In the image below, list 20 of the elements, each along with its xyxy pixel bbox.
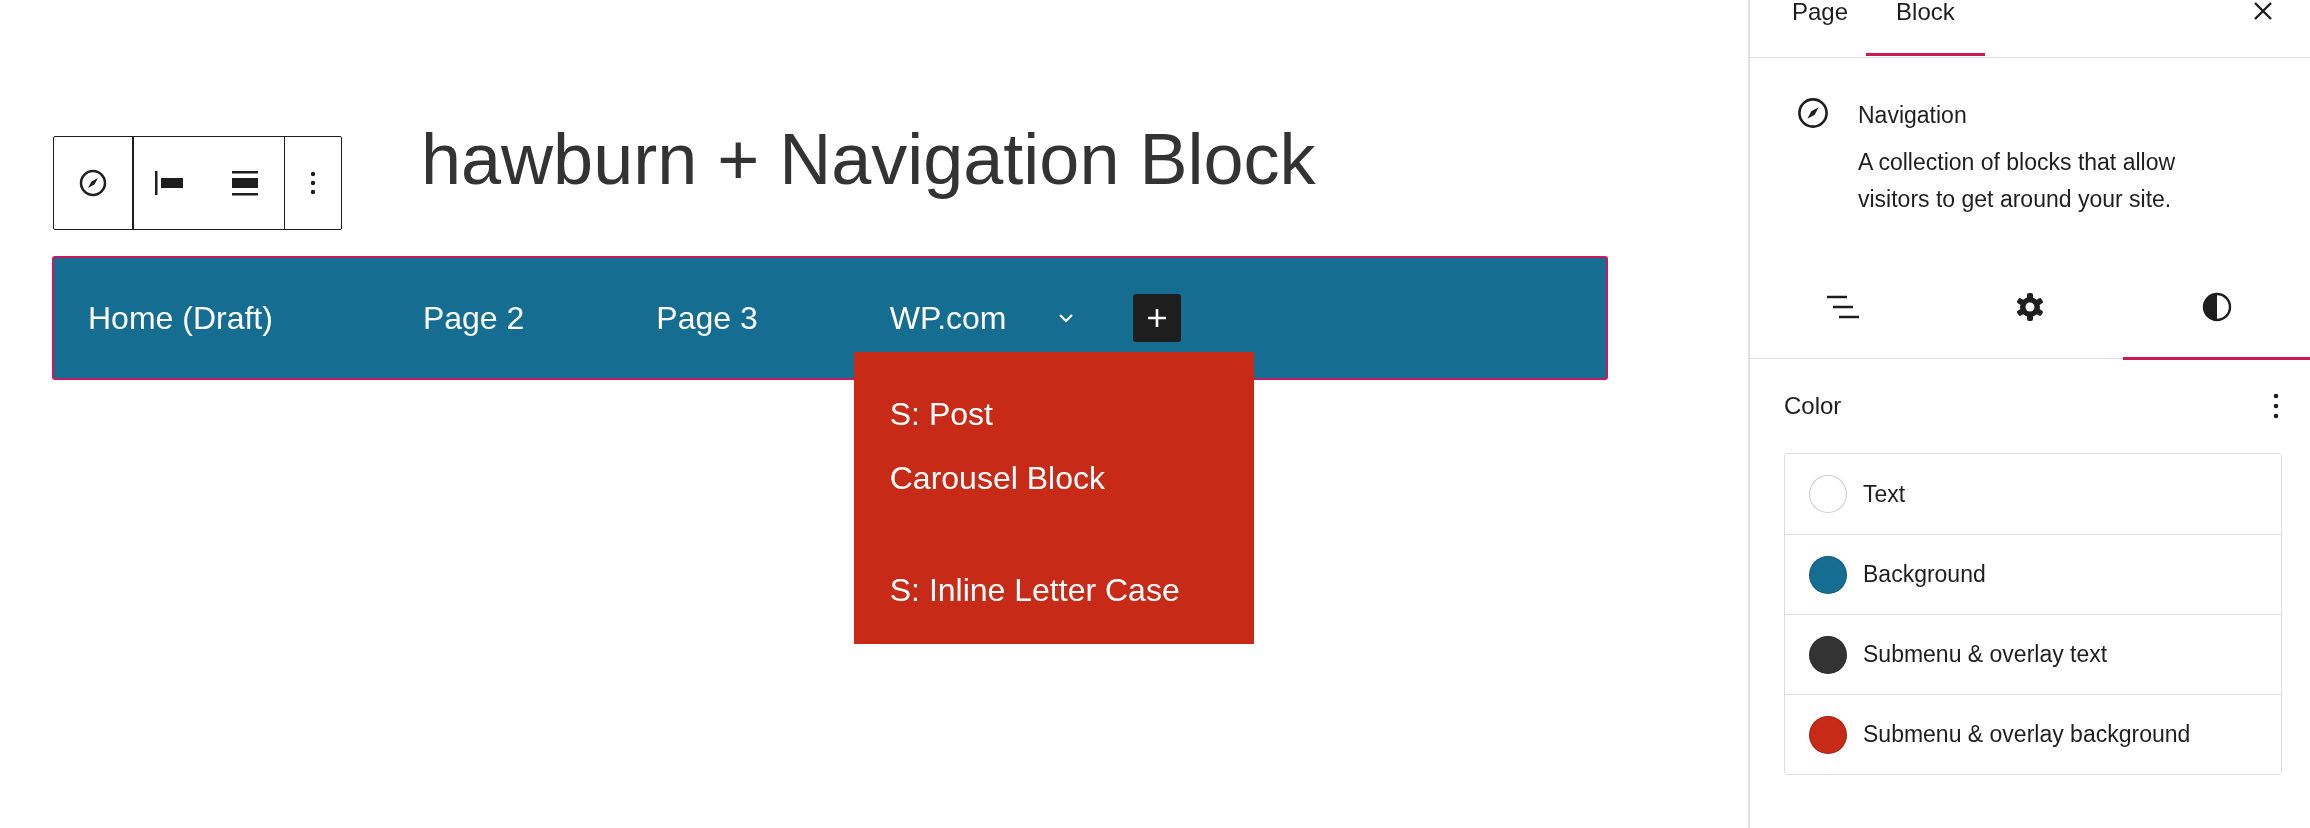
panel-title: Color [1784,392,1842,420]
contrast-icon [2200,291,2233,324]
nav-link[interactable]: Page 3 [656,299,758,337]
close-icon[interactable] [2252,0,2274,22]
sidebar-tab[interactable]: Block [1866,0,1985,56]
nav-link[interactable]: Page 2 [422,299,525,337]
block-name: Navigation [1858,101,1968,130]
submenu-link[interactable]: S: Post Carousel Block [889,381,1218,510]
block-description: A collection of blocks that allow visitors to get around your site. [1858,148,2177,214]
color-option[interactable]: Submenu & overlay background [1785,694,2281,774]
submenu-link[interactable]: S: Inline Letter Case [889,557,1218,622]
add-block-button[interactable] [1132,294,1181,342]
more-options-icon[interactable] [2272,391,2280,421]
gear-icon [2014,291,2046,324]
nav-link[interactable]: WP.com [889,299,1007,337]
page-title: hawburn + Navigation Block [421,118,1316,201]
compass-icon [1796,96,1830,130]
chevron-icon[interactable] [1056,312,1075,324]
sidebar-tab[interactable]: Page [1774,0,1867,56]
nav-link[interactable]: Home (Draft) [88,299,273,337]
